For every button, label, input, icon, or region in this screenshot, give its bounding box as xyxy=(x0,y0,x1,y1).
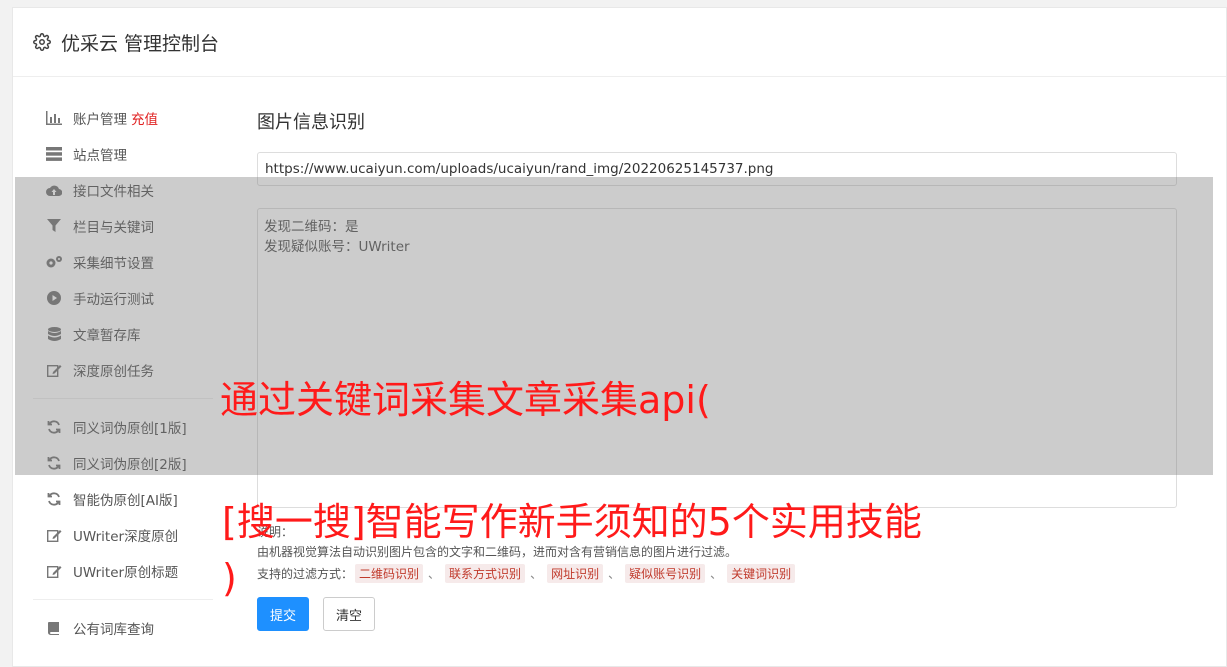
filter-methods: 支持的过滤方式： 二维码识别 、 联系方式识别 、 网址识别 、 疑似账号识别 … xyxy=(257,564,1177,583)
sidebar-item-public-lexicon[interactable]: 公有词库查询 xyxy=(13,610,223,646)
refresh-icon xyxy=(45,491,63,507)
sidebar-item-account[interactable]: 账户管理 充值 xyxy=(13,100,223,136)
filter-separator: 、 xyxy=(710,567,723,581)
sidebar-item-label: 接口文件相关 xyxy=(73,184,154,200)
sidebar-item-uwriter-deep[interactable]: UWriter深度原创 xyxy=(13,517,223,553)
sidebar-item-interface[interactable]: 接口文件相关 xyxy=(13,172,223,208)
console-card: 优采云 管理控制台 账户管理 充值 站点管理 接口文件相关 栏目与关键词 采集细… xyxy=(12,7,1227,667)
sidebar-item-label: 同义词伪原创[1版] xyxy=(73,421,187,437)
sidebar-item-columns[interactable]: 栏目与关键词 xyxy=(13,208,223,244)
filter-tag: 联系方式识别 xyxy=(445,564,526,583)
recharge-link[interactable]: 充值 xyxy=(131,108,158,128)
overlay-headline-2: [搜一搜]智能写作新手须知的5个实用技能 xyxy=(222,500,922,544)
cloud-upload-icon xyxy=(45,182,63,198)
edit-icon xyxy=(45,527,63,543)
sidebar-item-label: UWriter原创标题 xyxy=(73,565,179,581)
sidebar-item-synonym-v1[interactable]: 同义词伪原创[1版] xyxy=(13,409,223,445)
sidebar-item-label: 深度原创任务 xyxy=(73,364,154,380)
book-icon xyxy=(45,620,63,636)
header: 优采云 管理控制台 xyxy=(13,8,1226,77)
overlay-headline-3: ) xyxy=(222,556,237,600)
sidebar-item-label: 公有词库查询 xyxy=(73,622,154,638)
sidebar-divider xyxy=(33,599,213,600)
main-panel: 图片信息识别 发现二维码：是 发现疑似账号：UWriter 说明： 由机器视觉算… xyxy=(257,108,1177,631)
filter-separator: 、 xyxy=(608,567,621,581)
clear-button[interactable]: 清空 xyxy=(323,597,376,631)
server-icon xyxy=(45,146,63,162)
filter-tag: 网址识别 xyxy=(547,564,604,583)
filters-label: 支持的过滤方式： xyxy=(257,567,354,581)
sidebar-item-manual-run[interactable]: 手动运行测试 xyxy=(13,280,223,316)
sidebar-item-sites[interactable]: 站点管理 xyxy=(13,136,223,172)
refresh-icon xyxy=(45,419,63,435)
sidebar: 账户管理 充值 站点管理 接口文件相关 栏目与关键词 采集细节设置 手动运行测试… xyxy=(13,100,223,646)
filter-tag: 疑似账号识别 xyxy=(625,564,706,583)
result-textarea[interactable]: 发现二维码：是 发现疑似账号：UWriter xyxy=(257,208,1177,508)
sidebar-item-label: 栏目与关键词 xyxy=(73,220,154,236)
edit-icon xyxy=(45,362,63,378)
play-icon xyxy=(45,290,63,306)
filter-separator: 、 xyxy=(530,567,543,581)
filter-icon xyxy=(45,218,63,234)
sidebar-item-label: 站点管理 xyxy=(73,148,127,164)
action-buttons: 提交 清空 xyxy=(257,597,1177,631)
sidebar-item-synonym-v2[interactable]: 同义词伪原创[2版] xyxy=(13,445,223,481)
sidebar-item-label: 文章暂存库 xyxy=(73,328,141,344)
gear-icon xyxy=(33,33,51,51)
sidebar-item-label: UWriter深度原创 xyxy=(73,529,179,545)
bar-chart-icon xyxy=(45,110,63,126)
gears-icon xyxy=(45,254,63,270)
filter-tag: 二维码识别 xyxy=(355,564,424,583)
image-url-input[interactable] xyxy=(257,152,1177,186)
result-line-qrcode: 发现二维码：是 xyxy=(264,219,359,235)
refresh-icon xyxy=(45,455,63,471)
sidebar-item-uwriter-title[interactable]: UWriter原创标题 xyxy=(13,553,223,589)
sidebar-item-label: 同义词伪原创[2版] xyxy=(73,457,187,473)
sidebar-item-article-store[interactable]: 文章暂存库 xyxy=(13,316,223,352)
sidebar-item-label: 智能伪原创[AI版] xyxy=(73,493,178,509)
result-line-account: 发现疑似账号：UWriter xyxy=(264,239,410,255)
sidebar-item-label: 手动运行测试 xyxy=(73,292,154,308)
filter-tag: 关键词识别 xyxy=(727,564,796,583)
database-icon xyxy=(45,326,63,342)
section-title: 图片信息识别 xyxy=(257,112,365,133)
page-title: 优采云 管理控制台 xyxy=(61,32,220,55)
sidebar-item-label: 账户管理 xyxy=(73,112,127,128)
submit-button[interactable]: 提交 xyxy=(257,597,310,631)
filter-separator: 、 xyxy=(428,567,441,581)
sidebar-item-label: 采集细节设置 xyxy=(73,256,154,272)
sidebar-item-ai-rewrite[interactable]: 智能伪原创[AI版] xyxy=(13,481,223,517)
sidebar-item-deep-original[interactable]: 深度原创任务 xyxy=(13,352,223,388)
sidebar-item-collect-settings[interactable]: 采集细节设置 xyxy=(13,244,223,280)
sidebar-divider xyxy=(33,398,213,399)
edit-icon xyxy=(45,563,63,579)
overlay-headline-1: 通过关键词采集文章采集api( xyxy=(220,378,711,422)
